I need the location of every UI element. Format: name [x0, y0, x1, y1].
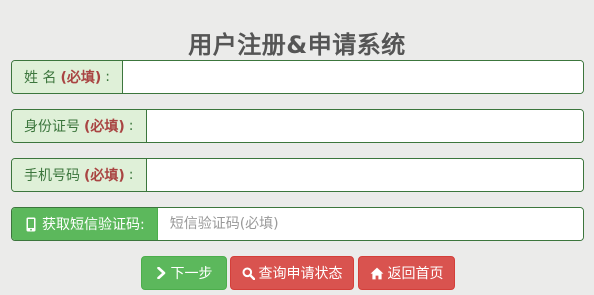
id-number-input[interactable] [146, 110, 583, 142]
back-home-label: 返回首页 [387, 266, 444, 282]
name-required-mark: (必填) [60, 70, 102, 86]
chevron-right-icon [156, 267, 165, 279]
phone-input[interactable] [146, 159, 583, 191]
sms-code-field-group: 获取短信验证码: [11, 207, 584, 241]
phone-label-text: 手机号码 [24, 168, 80, 184]
query-status-label: 查询申请状态 [258, 266, 343, 282]
id-number-label-text: 身份证号 [24, 119, 80, 135]
query-status-button[interactable]: 查询申请状态 [230, 256, 354, 290]
name-label-colon: : [105, 69, 110, 85]
id-number-field-group: 身份证号 (必填) : [11, 109, 584, 143]
search-icon [242, 267, 255, 280]
id-number-label: 身份证号 (必填) : [12, 110, 147, 142]
id-number-label-colon: : [128, 118, 134, 134]
get-sms-code-label: 获取短信验证码: [42, 217, 145, 233]
back-home-button[interactable]: 返回首页 [358, 256, 455, 290]
phone-required-mark: (必填) [84, 168, 125, 184]
id-number-required-mark: (必填) [84, 119, 125, 135]
next-step-label: 下一步 [170, 266, 213, 282]
next-step-button[interactable]: 下一步 [141, 256, 227, 290]
phone-label-colon: : [128, 167, 134, 183]
get-sms-code-button[interactable]: 获取短信验证码: [12, 208, 158, 240]
home-icon [370, 267, 383, 279]
phone-label: 手机号码 (必填) : [12, 159, 147, 191]
phone-field-group: 手机号码 (必填) : [11, 158, 584, 192]
name-input[interactable] [122, 61, 583, 93]
page-title: 用户注册&申请系统 [188, 31, 406, 59]
sms-code-input[interactable] [157, 208, 583, 240]
name-field-group: 姓 名 (必填) : [11, 60, 584, 94]
name-label: 姓 名 (必填) : [12, 61, 123, 93]
mobile-phone-icon [26, 217, 36, 231]
name-label-text: 姓 名 [24, 70, 57, 86]
